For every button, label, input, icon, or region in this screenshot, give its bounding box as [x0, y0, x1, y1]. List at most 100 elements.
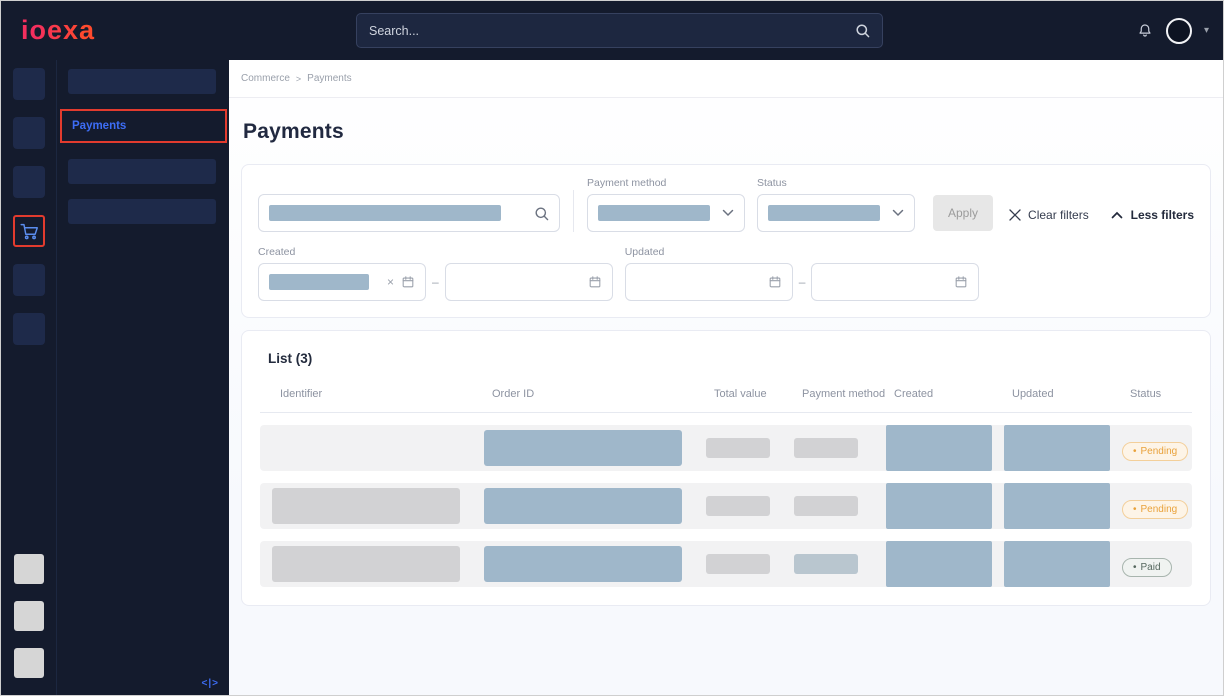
rail-bottom-group	[14, 554, 44, 695]
column-header-updated: Updated	[1012, 388, 1130, 400]
table-row[interactable]: Pending	[260, 483, 1192, 529]
payment-method-value-placeholder	[598, 205, 710, 221]
payment-method-placeholder	[794, 438, 858, 458]
rail-item-2[interactable]	[13, 117, 45, 149]
breadcrumb-commerce[interactable]: Commerce	[241, 73, 290, 84]
chevron-down-icon	[722, 209, 734, 217]
global-search[interactable]	[356, 13, 883, 48]
cart-icon	[18, 220, 40, 242]
rail-item-3[interactable]	[13, 166, 45, 198]
breadcrumb: Commerce > Payments	[241, 73, 352, 84]
apply-button[interactable]: Apply	[933, 195, 993, 231]
column-header-total-value: Total value	[714, 388, 802, 400]
created-filter-group: Created × –	[258, 246, 613, 301]
column-header-order-id: Order ID	[492, 388, 714, 400]
created-from-date-input[interactable]: ×	[258, 263, 426, 301]
search-input[interactable]	[369, 24, 855, 38]
clear-filters-label: Clear filters	[1028, 208, 1089, 222]
created-placeholder	[886, 425, 992, 471]
rail-item-1[interactable]	[13, 68, 45, 100]
status-badge: Pending	[1122, 500, 1188, 519]
created-to-date-input[interactable]	[445, 263, 613, 301]
sidebar-item-payments-highlight: Payments	[60, 109, 227, 143]
total-value-placeholder	[706, 438, 770, 458]
column-header-created: Created	[894, 388, 1012, 400]
payment-method-placeholder	[794, 554, 858, 574]
status-badge: Paid	[1122, 558, 1172, 577]
notifications-bell-icon[interactable]	[1136, 22, 1154, 40]
divider	[573, 190, 574, 232]
table-header: Identifier Order ID Total value Payment …	[260, 380, 1192, 413]
rail-item-5[interactable]	[13, 264, 45, 296]
updated-to-date-input[interactable]	[811, 263, 979, 301]
breadcrumb-bar: Commerce > Payments	[229, 60, 1223, 98]
payment-method-select[interactable]	[587, 194, 745, 232]
less-filters-label: Less filters	[1131, 208, 1194, 222]
order-id-placeholder	[484, 430, 682, 466]
filters-card: Payment method Status	[241, 164, 1211, 318]
app-window: ioexa ▾	[0, 0, 1224, 696]
topbar-actions: ▾	[1136, 18, 1209, 44]
table-row[interactable]: Pending	[260, 425, 1192, 471]
column-header-payment-method: Payment method	[802, 388, 894, 400]
status-label: Status	[757, 177, 915, 189]
sidebar-item-4[interactable]	[68, 199, 216, 224]
date-range-dash: –	[432, 275, 439, 289]
status-select[interactable]	[757, 194, 915, 232]
sidebar-panel: Payments <|>	[56, 60, 229, 695]
rail-item-6[interactable]	[13, 313, 45, 345]
topbar: ioexa ▾	[1, 1, 1223, 60]
close-icon	[1009, 209, 1021, 221]
updated-placeholder	[1004, 425, 1110, 471]
rail-item-commerce[interactable]	[13, 215, 45, 247]
status-badge: Pending	[1122, 442, 1188, 461]
column-header-status: Status	[1130, 388, 1192, 400]
rail-bottom-item-1[interactable]	[14, 554, 44, 584]
calendar-icon[interactable]	[401, 275, 415, 289]
total-value-placeholder	[706, 554, 770, 574]
updated-placeholder	[1004, 541, 1110, 587]
breadcrumb-payments: Payments	[307, 73, 351, 84]
status-filter-group: Status	[757, 177, 915, 232]
calendar-icon[interactable]	[954, 275, 968, 289]
status-value-placeholder	[768, 205, 880, 221]
sidebar-item-3[interactable]	[68, 159, 216, 184]
sidebar-item-payments[interactable]: Payments	[70, 116, 225, 136]
rail-bottom-item-2[interactable]	[14, 601, 44, 631]
updated-placeholder	[1004, 483, 1110, 529]
date-value-placeholder	[269, 274, 369, 290]
search-icon	[855, 23, 870, 38]
icon-rail	[1, 60, 56, 695]
logo: ioexa	[21, 15, 95, 46]
order-id-placeholder	[484, 546, 682, 582]
breadcrumb-separator: >	[296, 74, 301, 84]
sidebar-item-1[interactable]	[68, 69, 216, 94]
filter-search-input[interactable]	[258, 194, 560, 232]
chevron-down-icon[interactable]: ▾	[1204, 25, 1209, 36]
chevron-down-icon	[892, 209, 904, 217]
identifier-placeholder	[272, 488, 460, 524]
list-title: List (3)	[268, 351, 1192, 366]
main-content: Commerce > Payments Payments	[229, 60, 1223, 695]
sidebar-collapse-icon[interactable]: <|>	[202, 678, 219, 689]
list-card: List (3) Identifier Order ID Total value…	[241, 330, 1211, 606]
updated-filter-group: Updated –	[625, 246, 980, 301]
chevron-up-icon	[1111, 211, 1123, 219]
search-value-placeholder	[269, 205, 501, 221]
created-placeholder	[886, 541, 992, 587]
table-row[interactable]: Paid	[260, 541, 1192, 587]
calendar-icon[interactable]	[588, 275, 602, 289]
clear-date-icon[interactable]: ×	[376, 276, 394, 288]
clear-filters-button[interactable]: Clear filters	[1009, 208, 1089, 232]
payment-method-placeholder	[794, 496, 858, 516]
column-header-identifier: Identifier	[280, 388, 492, 400]
page-title: Payments	[243, 120, 1211, 144]
rail-bottom-item-3[interactable]	[14, 648, 44, 678]
total-value-placeholder	[706, 496, 770, 516]
calendar-icon[interactable]	[768, 275, 782, 289]
updated-from-date-input[interactable]	[625, 263, 793, 301]
avatar[interactable]	[1166, 18, 1192, 44]
search-icon	[534, 206, 549, 221]
date-range-dash: –	[799, 275, 806, 289]
less-filters-button[interactable]: Less filters	[1111, 208, 1194, 232]
